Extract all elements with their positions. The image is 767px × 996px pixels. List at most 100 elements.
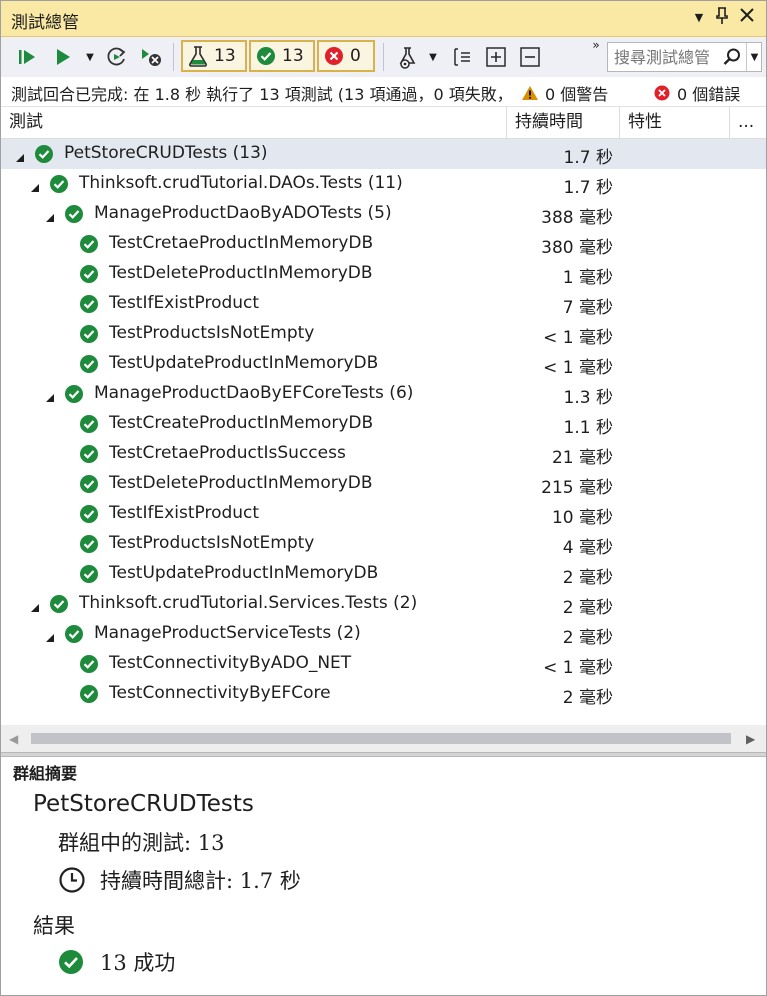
test-row[interactable]: TestDeleteProductInMemoryDB 1 毫秒: [1, 259, 766, 289]
test-name: ManageProductServiceTests (2): [94, 623, 361, 643]
test-group-row[interactable]: Thinksoft.crudTutorial.DAOs.Tests (11) 1.…: [1, 169, 766, 199]
filter-passed-button[interactable]: 13: [249, 40, 315, 72]
rerun-last-run-button[interactable]: [103, 43, 131, 71]
collapse-all-button[interactable]: [517, 43, 543, 71]
run-button[interactable]: [49, 43, 77, 71]
expanded-arrow-icon[interactable]: [45, 628, 55, 642]
test-row[interactable]: TestUpdateProductInMemoryDB < 1 毫秒: [1, 349, 766, 379]
test-group-row[interactable]: Thinksoft.crudTutorial.Services.Tests (2…: [1, 589, 766, 619]
test-group-row[interactable]: ManageProductDaoByEFCoreTests (6) 1.3 秒: [1, 379, 766, 409]
horizontal-scrollbar[interactable]: ◀ ▶: [1, 725, 766, 752]
filter-passed-count: 13: [282, 46, 304, 66]
toolbar-overflow-icon[interactable]: »: [589, 38, 603, 52]
group-by-button[interactable]: [449, 43, 475, 71]
test-duration: 1.7 秒: [563, 148, 613, 168]
title-bar: 測試總管 ▼: [1, 1, 766, 37]
group-summary-title: PetStoreCRUDTests: [33, 791, 254, 817]
expand-all-button[interactable]: [483, 43, 509, 71]
check-circle-icon: [79, 534, 99, 559]
test-tree: PetStoreCRUDTests (13) 1.7 秒 Thinksoft.cru…: [1, 139, 766, 725]
test-name: TestProductsIsNotEmpty: [109, 533, 315, 553]
window-menu-dropdown-icon[interactable]: ▼: [689, 11, 709, 24]
scroll-right-icon[interactable]: ▶: [746, 732, 755, 746]
column-more[interactable]: ...: [730, 107, 766, 138]
test-name: TestUpdateProductInMemoryDB: [109, 563, 379, 583]
cancel-run-button[interactable]: [137, 43, 165, 71]
test-name: ManageProductDaoByEFCoreTests (6): [94, 383, 414, 403]
test-duration: 1.7 秒: [563, 178, 613, 198]
check-circle-icon: [79, 504, 99, 529]
search-dropdown-icon[interactable]: ▼: [746, 43, 762, 71]
test-row[interactable]: TestCretaeProductInMemoryDB 380 毫秒: [1, 229, 766, 259]
run-all-tests-button[interactable]: [15, 43, 41, 71]
check-circle-icon: [79, 474, 99, 499]
scroll-left-icon[interactable]: ◀: [9, 732, 18, 746]
test-name: TestIfExistProduct: [109, 293, 260, 313]
test-row[interactable]: TestProductsIsNotEmpty < 1 毫秒: [1, 319, 766, 349]
error-icon: [654, 85, 670, 101]
check-circle-icon: [79, 444, 99, 469]
playlist-dropdown-icon[interactable]: ▼: [427, 43, 439, 71]
toolbar-separator: [173, 43, 174, 71]
check-circle-icon: [64, 624, 84, 649]
column-test[interactable]: 測試: [1, 107, 507, 138]
playlist-button[interactable]: [393, 43, 423, 71]
search-box[interactable]: ▼: [607, 42, 762, 72]
close-icon[interactable]: [737, 7, 757, 27]
test-duration: 2 毫秒: [562, 598, 613, 618]
test-name: TestConnectivityByADO_NET: [109, 653, 352, 673]
check-circle-icon: [79, 354, 99, 379]
test-row[interactable]: TestDeleteProductInMemoryDB 215 毫秒: [1, 469, 766, 499]
test-row[interactable]: TestIfExistProduct 10 毫秒: [1, 499, 766, 529]
pin-icon[interactable]: [712, 7, 732, 29]
test-duration: 2 毫秒: [562, 568, 613, 588]
results-label: 結果: [33, 914, 75, 938]
expanded-arrow-icon[interactable]: [45, 208, 55, 222]
test-row[interactable]: TestProductsIsNotEmpty 4 毫秒: [1, 529, 766, 559]
filter-total-button[interactable]: 13: [181, 40, 247, 72]
filter-failed-button[interactable]: 0: [317, 40, 375, 72]
test-duration: 1.1 秒: [563, 418, 613, 438]
expanded-arrow-icon[interactable]: [30, 598, 40, 612]
scrollbar-thumb[interactable]: [31, 733, 731, 744]
test-name: Thinksoft.crudTutorial.DAOs.Tests (11): [79, 173, 403, 193]
check-circle-icon: [49, 594, 69, 619]
test-name: TestIfExistProduct: [109, 503, 260, 523]
test-row[interactable]: TestCretaeProductIsSuccess 21 毫秒: [1, 439, 766, 469]
toolbar: ▼ 13 13 0 ▼ » 搜尋測試總管 ▼: [1, 37, 766, 77]
column-duration[interactable]: 持續時間: [507, 107, 620, 138]
search-input[interactable]: [614, 46, 718, 68]
test-duration: < 1 毫秒: [543, 658, 613, 678]
flask-settings-icon: [399, 47, 416, 69]
test-row[interactable]: TestConnectivityByEFCore 2 毫秒: [1, 679, 766, 709]
test-name: TestDeleteProductInMemoryDB: [109, 263, 373, 283]
expanded-arrow-icon[interactable]: [45, 388, 55, 402]
pane-splitter[interactable]: [1, 752, 766, 757]
test-row[interactable]: TestConnectivityByADO_NET < 1 毫秒: [1, 649, 766, 679]
run-dropdown-icon[interactable]: ▼: [83, 43, 97, 71]
column-traits[interactable]: 特性: [620, 107, 730, 138]
test-group-row[interactable]: ManageProductServiceTests (2) 2 毫秒: [1, 619, 766, 649]
column-header: 測試 持續時間 特性 ...: [1, 107, 766, 139]
test-group-row[interactable]: ManageProductDaoByADOTests (5) 388 毫秒: [1, 199, 766, 229]
errors-indicator[interactable]: 0 個錯誤: [654, 81, 740, 105]
test-duration: 388 毫秒: [541, 208, 613, 228]
search-icon[interactable]: [722, 47, 742, 71]
test-group-row[interactable]: PetStoreCRUDTests (13) 1.7 秒: [1, 139, 766, 169]
total-duration-line: 持續時間總計: 1.7 秒: [58, 865, 301, 895]
check-circle-icon: [49, 174, 69, 199]
test-duration: 21 毫秒: [551, 448, 613, 468]
test-name: TestProductsIsNotEmpty: [109, 323, 315, 343]
expanded-arrow-icon[interactable]: [30, 178, 40, 192]
error-circle-icon: [325, 47, 343, 65]
run-status-bar: 測試回合已完成: 在 1.8 秒 執行了 13 項測試 (13 項通過，0 項失…: [1, 78, 766, 107]
test-row[interactable]: TestCreateProductInMemoryDB 1.1 秒: [1, 409, 766, 439]
check-circle-icon: [64, 384, 84, 409]
test-row[interactable]: TestIfExistProduct 7 毫秒: [1, 289, 766, 319]
errors-count: 0 個錯誤: [677, 85, 741, 104]
filter-total-count: 13: [214, 46, 236, 66]
test-row[interactable]: TestUpdateProductInMemoryDB 2 毫秒: [1, 559, 766, 589]
warnings-indicator[interactable]: 0 個警告: [521, 81, 608, 105]
test-duration: 7 毫秒: [562, 298, 613, 318]
expanded-arrow-icon[interactable]: [15, 148, 25, 162]
